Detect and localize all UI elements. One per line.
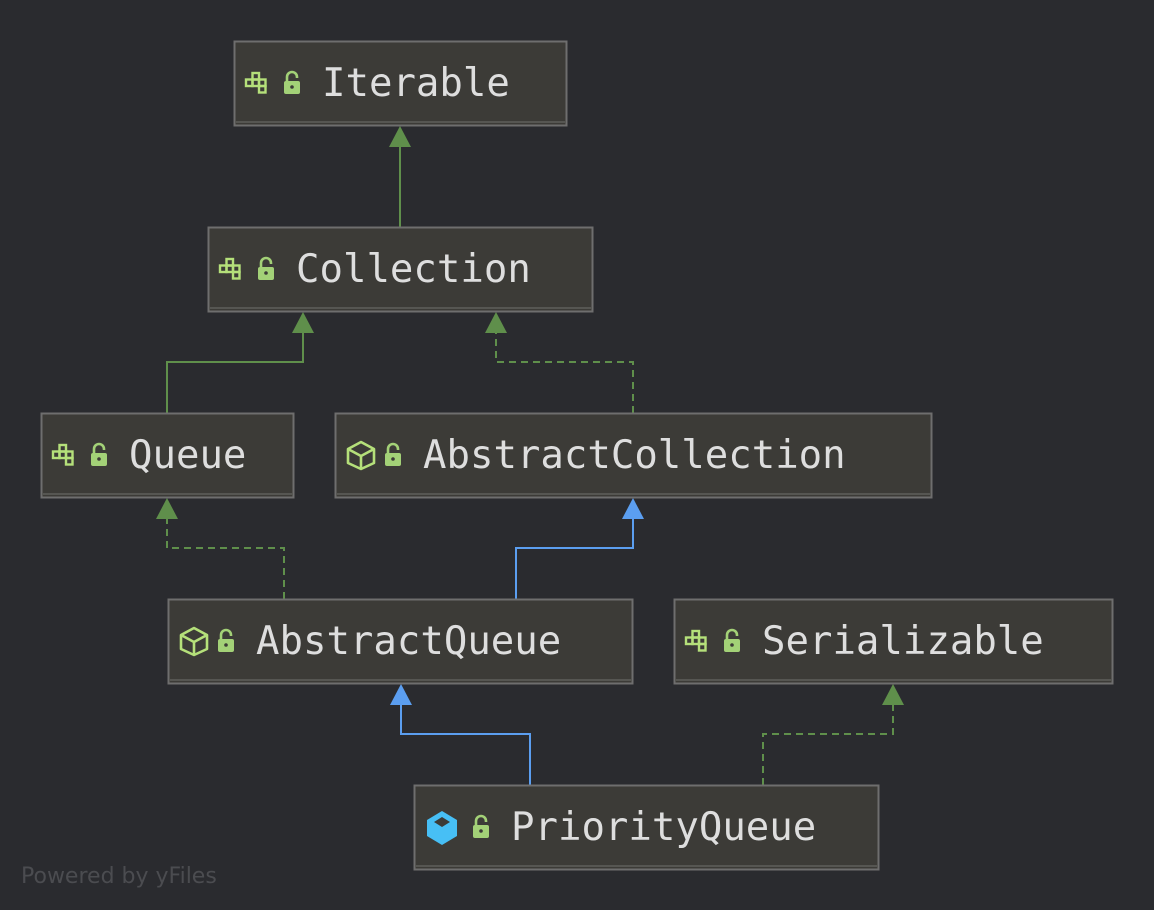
edge-line bbox=[400, 703, 531, 785]
edge-collection-to-iterable bbox=[389, 126, 411, 227]
arrowhead bbox=[390, 684, 412, 705]
arrowhead bbox=[389, 126, 411, 147]
node-queue[interactable]: Queue bbox=[40, 412, 295, 499]
node-label: Iterable bbox=[322, 61, 510, 106]
edge-line bbox=[166, 331, 304, 413]
uml-class-diagram: Iterable Collection Queue AbstractCollectio… bbox=[40, 40, 1114, 871]
edge-line bbox=[762, 703, 894, 785]
arrowhead bbox=[622, 498, 644, 519]
edge-line bbox=[495, 331, 634, 413]
node-label: AbstractCollection bbox=[423, 433, 846, 478]
edge-priorityqueue-to-serializable bbox=[762, 684, 904, 785]
node-abstractqueue[interactable]: AbstractQueue bbox=[167, 598, 634, 685]
arrowhead bbox=[882, 684, 904, 705]
edge-priorityqueue-to-abstractqueue bbox=[390, 684, 531, 785]
edge-abstractqueue-to-abstractcollection bbox=[515, 498, 644, 599]
node-label: Collection bbox=[296, 247, 531, 292]
edge-line bbox=[166, 517, 285, 599]
node-serializable[interactable]: Serializable bbox=[673, 598, 1114, 685]
node-iterable[interactable]: Iterable bbox=[233, 40, 568, 127]
node-collection[interactable]: Collection bbox=[207, 226, 594, 313]
edge-abstractqueue-to-queue bbox=[156, 498, 285, 599]
node-label: Queue bbox=[129, 433, 246, 478]
edge-abstractcollection-to-collection bbox=[485, 312, 634, 413]
node-label: Serializable bbox=[762, 619, 1044, 664]
node-priorityqueue[interactable]: PriorityQueue bbox=[413, 784, 880, 871]
arrowhead bbox=[292, 312, 314, 333]
arrowhead bbox=[156, 498, 178, 519]
edge-line bbox=[515, 517, 634, 599]
node-abstractcollection[interactable]: AbstractCollection bbox=[334, 412, 933, 499]
edge-queue-to-collection bbox=[166, 312, 314, 413]
powered-by-footer: Powered by yFiles bbox=[21, 864, 217, 889]
node-label: AbstractQueue bbox=[256, 619, 561, 664]
node-label: PriorityQueue bbox=[511, 805, 816, 850]
arrowhead bbox=[485, 312, 507, 333]
